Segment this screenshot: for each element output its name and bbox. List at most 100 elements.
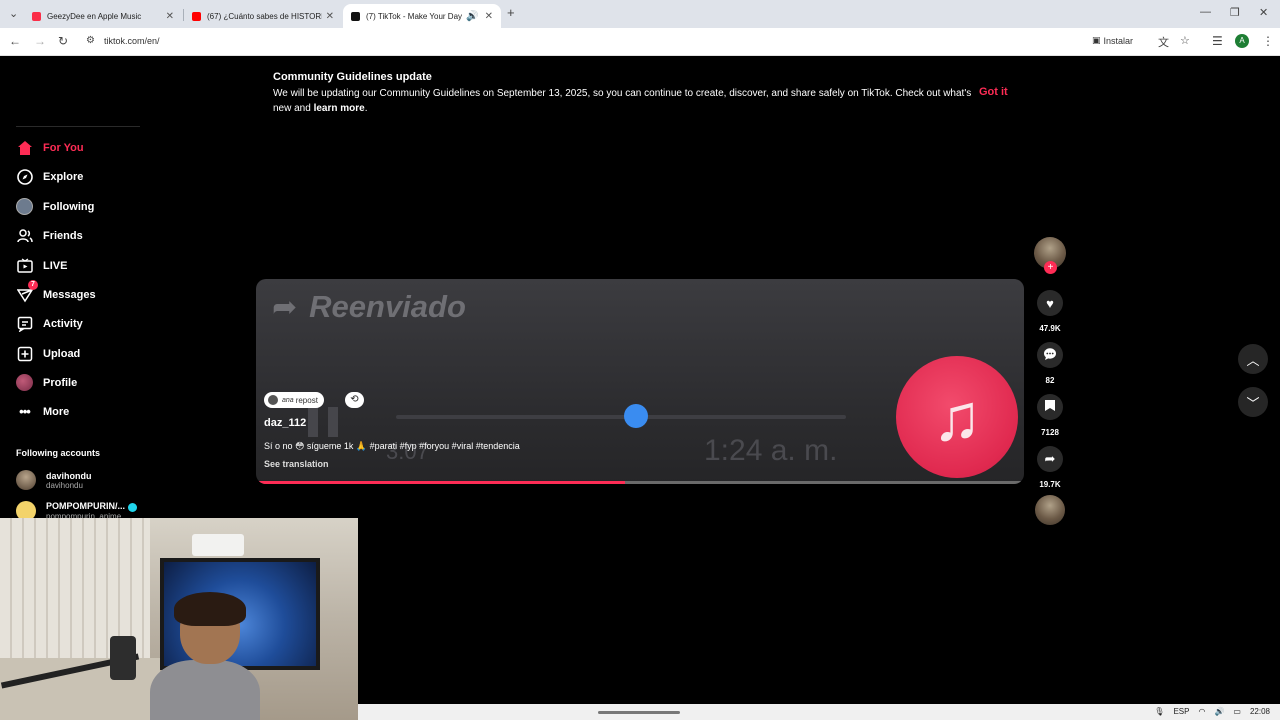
air-conditioner <box>192 534 244 556</box>
sound-disc-avatar[interactable] <box>1035 495 1065 525</box>
account-name-text: POMPOMPURIN/... <box>46 501 126 512</box>
mic-tray-icon[interactable]: 🎙 <box>1154 707 1164 716</box>
sidebar-item-explore[interactable]: Explore <box>16 168 83 185</box>
repost-user: ana <box>282 396 294 404</box>
sidebar-item-activity[interactable]: Activity <box>16 315 83 332</box>
next-video-button[interactable]: ﹀ <box>1238 387 1268 417</box>
install-app-button[interactable]: ▣ Instalar <box>1092 35 1133 46</box>
see-translation-button[interactable]: See translation <box>264 459 329 469</box>
tab-title: (67) ¿Cuánto sabes de HISTORIA <box>207 11 322 21</box>
tab-apple-music[interactable]: GeezyDee en Apple Music ✕ <box>24 4 182 28</box>
home-icon <box>16 139 33 156</box>
maximize-icon[interactable]: ❐ <box>1230 6 1240 19</box>
got-it-button[interactable]: Got it <box>979 86 1008 98</box>
reload-icon[interactable]: ↻ <box>58 34 68 48</box>
learn-more-link[interactable]: learn more <box>314 103 365 114</box>
close-tab-icon[interactable]: ✕ <box>326 11 334 22</box>
sidebar-item-friends[interactable]: Friends <box>16 227 83 244</box>
youtube-favicon-icon <box>192 11 201 21</box>
forward-icon[interactable]: → <box>34 34 46 48</box>
new-tab-button[interactable]: + <box>507 5 515 20</box>
sidebar-item-label: More <box>43 405 70 418</box>
video-caption: Sí o no 😳 sígueme 1k 🙏 #parati #fyp #for… <box>264 441 520 451</box>
sidebar-item-upload[interactable]: Upload <box>16 345 80 362</box>
minimize-icon[interactable]: — <box>1200 6 1211 18</box>
messages-badge: 7 <box>28 280 38 290</box>
language-indicator[interactable]: ESP <box>1173 707 1189 716</box>
sidebar-item-label: For You <box>43 141 84 154</box>
streamer-body <box>150 660 260 720</box>
close-window-icon[interactable]: ✕ <box>1259 6 1268 19</box>
tab-youtube[interactable]: (67) ¿Cuánto sabes de HISTORIA ✕ <box>184 4 342 28</box>
close-tab-icon[interactable]: ✕ <box>485 11 493 22</box>
site-info-icon[interactable]: ⚙ <box>86 35 95 46</box>
video-progress-fill <box>259 481 625 484</box>
avatar <box>268 395 278 405</box>
activity-icon <box>16 315 33 332</box>
sidebar-item-label: Friends <box>43 229 83 242</box>
previous-video-button[interactable]: ︿ <box>1238 344 1268 374</box>
bookmark-icon <box>1044 399 1056 415</box>
video-author[interactable]: daz_112 <box>264 417 306 429</box>
sidebar-item-label: Profile <box>43 376 78 389</box>
overlay-slider-knob <box>624 404 648 428</box>
account-name: POMPOMPURIN/... <box>46 501 137 512</box>
back-icon[interactable]: ← <box>9 34 21 48</box>
sidebar-item-label: Upload <box>43 347 81 360</box>
os-taskbar: 🎙 ESP ◠ 🔊 ▭ 22:08 <box>358 704 1280 720</box>
video-player[interactable]: ➦ Reenviado 3:07 1:24 a. m. ♫ ana repost… <box>256 279 1024 484</box>
battery-icon[interactable]: ▭ <box>1233 707 1241 716</box>
streamer <box>140 592 260 720</box>
comment-count: 82 <box>1045 376 1055 385</box>
following-accounts-header: Following accounts <box>16 448 101 458</box>
share-button[interactable]: ➦ <box>1037 446 1063 472</box>
tab-title: (7) TikTok - Make Your Day <box>366 11 463 21</box>
wifi-icon[interactable]: ◠ <box>1198 707 1205 716</box>
sidebar-item-profile[interactable]: Profile <box>16 374 77 391</box>
follow-plus-icon[interactable]: + <box>1044 261 1057 274</box>
tab-search-icon[interactable]: ⌄ <box>9 7 18 20</box>
video-progress-bar[interactable] <box>259 481 1021 484</box>
verified-badge-icon <box>127 502 137 512</box>
account-handle: davihondu <box>46 480 83 490</box>
chevron-down-icon: ﹀ <box>1246 395 1260 411</box>
translate-icon[interactable]: 文 <box>1158 34 1169 50</box>
sidebar-item-label: Following <box>43 200 95 213</box>
like-button[interactable]: ♥ <box>1037 290 1063 316</box>
tab-tiktok[interactable]: (7) TikTok - Make Your Day 🔊 ✕ <box>343 4 501 28</box>
banner-body: We will be updating our Community Guidel… <box>273 86 973 116</box>
sidebar-item-live[interactable]: LIVE <box>16 257 67 274</box>
heart-icon: ♥ <box>1046 295 1054 311</box>
close-tab-icon[interactable]: ✕ <box>166 11 174 22</box>
system-tray: 🎙 ESP ◠ 🔊 ▭ 22:08 <box>1154 707 1270 716</box>
sidebar-item-label: Explore <box>43 170 84 183</box>
profile-avatar[interactable]: A <box>1235 34 1249 48</box>
address-bar[interactable]: ⚙ tiktok.com/en/ ▣ Instalar 文 ☆ <box>82 31 1202 53</box>
messages-icon: 7 <box>16 280 38 303</box>
following-account[interactable]: davihondu davihondu <box>16 470 92 490</box>
sidebar-item-following[interactable]: Following <box>16 198 94 215</box>
share-count: 19.7K <box>1039 480 1061 489</box>
overlay-time: 1:24 a. m. <box>704 434 838 467</box>
repost-badge[interactable]: ana repost <box>264 392 324 408</box>
comment-button[interactable] <box>1037 342 1063 368</box>
friends-icon <box>16 227 33 244</box>
repost-icon[interactable]: ⟲ <box>345 392 364 408</box>
share-arrow-icon: ➦ <box>1044 451 1056 466</box>
extensions-icon[interactable]: ☰ <box>1212 34 1223 48</box>
sidebar-item-messages[interactable]: 7 Messages <box>16 280 96 303</box>
install-icon: ▣ <box>1092 35 1101 45</box>
apple-music-favicon-icon <box>32 11 41 21</box>
banner-title: Community Guidelines update <box>273 71 432 83</box>
apple-music-icon: ♫ <box>896 356 1018 478</box>
clock[interactable]: 22:08 <box>1250 707 1270 716</box>
sidebar-item-more[interactable]: ••• More <box>16 403 69 420</box>
bookmark-star-icon[interactable]: ☆ <box>1180 34 1190 47</box>
banner-body-text: We will be updating our Community Guidel… <box>273 88 972 114</box>
sidebar-item-for-you[interactable]: For You <box>16 139 84 156</box>
speaker-icon[interactable]: 🔊 <box>466 11 478 22</box>
volume-icon[interactable]: 🔊 <box>1214 707 1224 716</box>
compass-icon <box>16 168 33 185</box>
save-button[interactable] <box>1037 394 1063 420</box>
menu-kebab-icon[interactable]: ⋮ <box>1262 34 1274 48</box>
